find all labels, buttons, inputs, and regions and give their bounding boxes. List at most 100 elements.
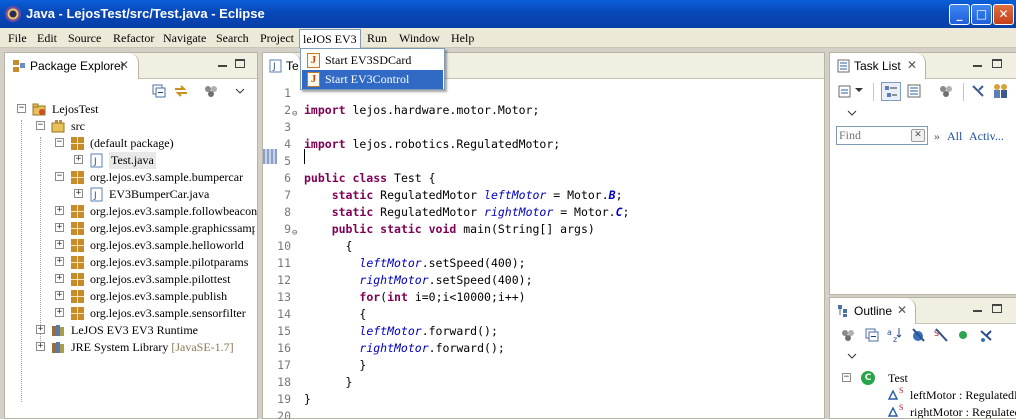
package-icon [71, 239, 84, 252]
menu-navigate[interactable]: Navigate [163, 31, 206, 46]
focus-people-icon[interactable] [992, 83, 1010, 99]
menu-item-start-ev3control[interactable]: J Start EV3Control [302, 70, 443, 89]
hide-fields-icon[interactable] [910, 327, 926, 343]
maximize-view-icon[interactable] [992, 304, 1002, 313]
categorized-icon[interactable] [881, 82, 901, 101]
menu-refactor[interactable]: Refactor [113, 31, 154, 46]
package-explorer-view: Package Explorer ✕ − LejosTest − src − (… [4, 52, 258, 419]
expand-icon[interactable]: + [55, 223, 64, 232]
collapse-all-icon[interactable] [152, 84, 166, 98]
code-keyword: import [304, 137, 346, 151]
sort-alphabetically-icon[interactable]: az [886, 327, 902, 343]
maximize-view-icon[interactable] [992, 59, 1002, 68]
minimize-view-icon[interactable] [973, 65, 982, 67]
menu-help[interactable]: Help [451, 31, 474, 46]
link-with-editor-icon[interactable] [173, 84, 189, 98]
menu-item-start-ev3sdcard[interactable]: J Start EV3SDCard [302, 51, 443, 70]
code-text: } [304, 374, 353, 391]
hide-local-types-icon[interactable] [978, 327, 994, 343]
expand-icon[interactable]: + [55, 291, 64, 300]
expand-icon[interactable]: + [74, 189, 83, 198]
code-editor[interactable]: 1 2 ⊖ import lejos.hardware.motor.Motor; 3 4 i… [263, 80, 824, 419]
menu-file[interactable]: File [8, 31, 27, 46]
expand-icon[interactable]: + [55, 274, 64, 283]
package-icon [71, 273, 84, 286]
expand-icon[interactable]: + [36, 342, 45, 351]
tab-task-list[interactable]: Task List ✕ [830, 53, 926, 79]
code-keyword: static [331, 205, 374, 219]
static-modifier-icon: S [899, 386, 904, 395]
collapse-icon[interactable]: − [36, 121, 45, 130]
minimize-button[interactable]: _ [949, 4, 970, 25]
tree-item-graphicssample[interactable]: + org.lejos.ev3.sample.graphicssample [53, 220, 255, 237]
close-button[interactable]: ✕ [993, 4, 1014, 25]
expand-icon[interactable]: + [55, 308, 64, 317]
view-menu-icon[interactable] [847, 353, 857, 360]
tab-package-explorer[interactable]: Package Explorer ✕ [5, 53, 139, 79]
view-menu-spheres-icon[interactable] [204, 84, 218, 98]
hide-nonpublic-icon[interactable] [957, 329, 969, 341]
collapse-icon[interactable]: − [55, 172, 64, 181]
tree-item-label: org.lejos.ev3.sample.pilottest [90, 272, 231, 286]
filter-active-link[interactable]: Activ... [969, 129, 1004, 144]
line-number: 5 [284, 154, 291, 168]
menu-source[interactable]: Source [68, 31, 101, 46]
expand-icon[interactable]: + [55, 257, 64, 266]
code-field: leftMotor [359, 324, 422, 338]
clear-icon[interactable]: ✕ [911, 129, 925, 142]
new-task-icon[interactable] [838, 84, 852, 98]
library-icon [52, 342, 64, 353]
filter-more-icon[interactable]: » [934, 129, 940, 144]
code-keyword: public class [304, 171, 388, 185]
code-token: main(String[] args) [456, 222, 595, 236]
expand-icon[interactable]: + [55, 206, 64, 215]
menu-search[interactable]: Search [216, 31, 249, 46]
collapse-all-icon[interactable] [865, 328, 879, 342]
close-icon[interactable]: ✕ [897, 303, 907, 317]
expand-icon[interactable]: + [36, 325, 45, 334]
menu-run[interactable]: Run [367, 31, 387, 46]
maximize-button[interactable]: □ [971, 4, 992, 25]
menu-window[interactable]: Window [399, 31, 440, 46]
tree-guide [21, 120, 22, 402]
scheduled-icon[interactable] [907, 84, 921, 98]
chevron-down-icon[interactable] [855, 88, 863, 93]
tab-test-java[interactable]: J Te [263, 53, 301, 79]
view-menu-icon[interactable] [847, 110, 857, 117]
collapse-icon[interactable]: − [17, 104, 26, 113]
menu-lejos-ev3[interactable]: leJOS EV3 [299, 29, 361, 48]
code-field: leftMotor [484, 188, 547, 202]
close-icon[interactable]: ✕ [907, 58, 917, 72]
fold-toggle-icon[interactable]: ⊖ [292, 225, 297, 242]
expand-icon[interactable]: + [55, 240, 64, 249]
minimize-view-icon[interactable] [218, 65, 227, 67]
fold-toggle-icon[interactable]: ⊖ [292, 106, 297, 123]
collapse-icon[interactable]: − [55, 138, 64, 147]
find-field[interactable]: ✕ [836, 126, 928, 145]
outline-title: Outline [854, 304, 893, 318]
code-field: C [615, 205, 623, 219]
view-menu-icon[interactable] [235, 88, 245, 95]
spheres-icon[interactable] [841, 328, 855, 342]
tab-outline[interactable]: Outline ✕ [830, 298, 916, 324]
menu-edit[interactable]: Edit [37, 31, 57, 46]
close-icon[interactable]: ✕ [119, 58, 129, 72]
minimize-view-icon[interactable] [973, 310, 982, 312]
svg-text:a: a [887, 328, 892, 337]
library-icon [52, 325, 64, 336]
maximize-view-icon[interactable] [235, 59, 245, 68]
menu-project[interactable]: Project [260, 31, 294, 46]
expand-icon[interactable]: + [74, 155, 83, 164]
code-text: { [304, 306, 366, 323]
collapse-all-icon[interactable] [971, 84, 985, 98]
java-file-icon: J [90, 153, 103, 168]
spheres-icon[interactable] [939, 84, 953, 98]
hide-static-icon[interactable]: S [933, 327, 949, 343]
collapse-icon[interactable]: − [842, 373, 851, 382]
filter-all-link[interactable]: All [947, 129, 962, 144]
outline-icon [838, 305, 847, 317]
find-input[interactable] [839, 128, 905, 143]
